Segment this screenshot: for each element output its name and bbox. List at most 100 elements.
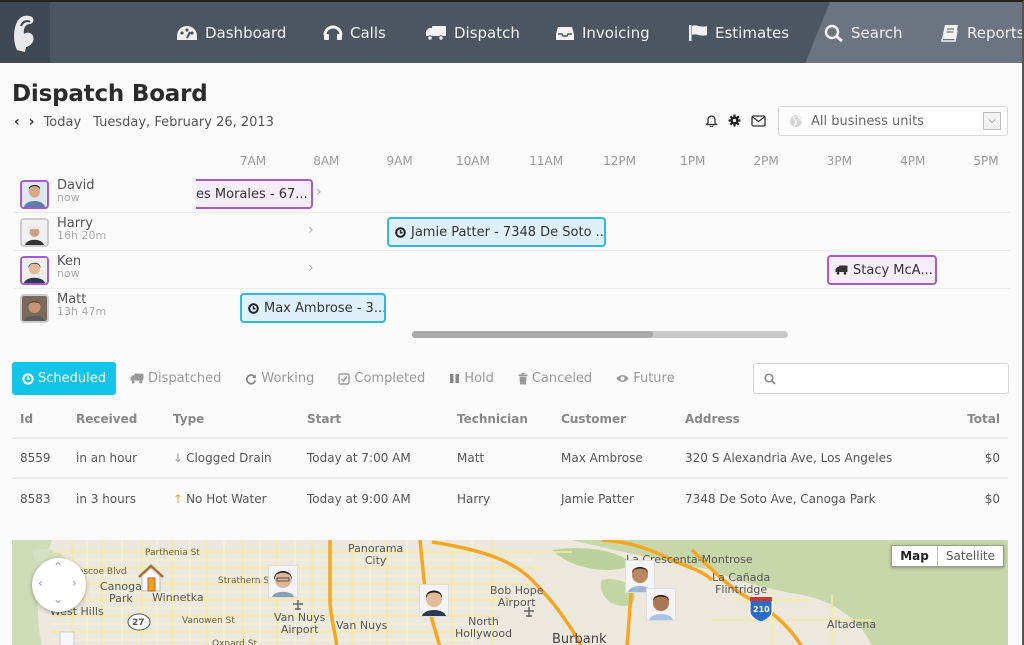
logo[interactable] xyxy=(0,2,50,63)
cell-address: 7348 De Soto Ave, Canoga Park xyxy=(685,491,876,506)
tab-label: Dispatched xyxy=(148,371,222,386)
nav-estimates[interactable]: Estimates xyxy=(688,2,789,63)
chevron-right-icon[interactable]: › xyxy=(308,260,314,276)
tab-dispatched[interactable]: Dispatched xyxy=(120,362,231,395)
timeline-hours: 7AM 8AM 9AM 10AM 11AM 12PM 1PM 2PM 3PM 4PM 5PM xyxy=(0,154,1024,170)
technician-photo-icon xyxy=(422,590,446,616)
table-row[interactable]: 8559 in an hour ↓ Clogged Drain Today at … xyxy=(12,438,1008,479)
map-type-map-button[interactable]: Map xyxy=(892,546,938,566)
technician-row: Harry 16h 20m › Jamie Patter - 7348 De S… xyxy=(14,213,1010,251)
tab-label: Working xyxy=(261,371,315,386)
column-customer[interactable]: Customer xyxy=(553,400,677,439)
technician-david[interactable]: David now xyxy=(20,179,95,209)
avatar xyxy=(20,180,49,209)
job-search-field[interactable] xyxy=(753,363,1009,394)
technician-ken[interactable]: Ken now xyxy=(20,255,81,285)
pan-left-icon[interactable]: ‹ xyxy=(38,576,43,590)
technician-map-marker[interactable] xyxy=(268,565,298,598)
pan-right-icon[interactable]: › xyxy=(72,576,77,590)
highway-shield-label: 27 xyxy=(132,618,145,628)
technician-map-marker[interactable] xyxy=(419,584,449,617)
cell-customer: Max Ambrose xyxy=(553,438,677,479)
job-label: Jamie Patter - 7348 De Soto ... xyxy=(411,224,606,240)
column-id[interactable]: Id xyxy=(12,400,68,439)
dispatch-map[interactable]: Parthenia St Roscoe Blvd Canoga Park Win… xyxy=(12,540,1008,645)
priority-high-icon: ↑ xyxy=(173,491,184,506)
date-navigation: ‹ › Today Tuesday, February 26, 2013 xyxy=(14,114,274,130)
scheduled-icon xyxy=(248,302,259,314)
job-block[interactable]: Stacy McA... xyxy=(827,255,937,285)
trash-icon xyxy=(518,372,528,384)
avatar xyxy=(20,256,49,285)
tab-hold[interactable]: Hold xyxy=(439,362,504,395)
map-label: Vanowen St xyxy=(182,616,235,626)
hour-label: 2PM xyxy=(753,154,779,168)
job-label: Max Ambrose - 3... xyxy=(264,300,386,316)
chevron-down-icon[interactable]: ⌵ xyxy=(983,112,1001,130)
column-type[interactable]: Type xyxy=(165,400,299,439)
cell-total: $0 xyxy=(984,491,1000,506)
job-label: es Morales - 67... xyxy=(196,186,308,202)
scrollbar-thumb[interactable] xyxy=(412,331,653,338)
column-technician[interactable]: Technician xyxy=(449,400,553,439)
job-search-input[interactable] xyxy=(782,371,1008,386)
messages-button[interactable] xyxy=(751,114,766,127)
technician-photo-icon xyxy=(22,296,47,321)
chevron-right-icon[interactable]: › xyxy=(316,184,322,200)
nav-dispatch[interactable]: Dispatch xyxy=(425,2,520,63)
tab-working[interactable]: Working xyxy=(235,362,324,395)
technician-row: Ken now › Stacy McA... xyxy=(14,251,1010,289)
truck-icon xyxy=(130,373,144,384)
nav-calls[interactable]: Calls xyxy=(323,2,386,63)
table-row[interactable]: 8583 in 3 hours ↑ No Hot Water Today at 9… xyxy=(12,478,1008,518)
tab-scheduled[interactable]: Scheduled xyxy=(12,362,116,395)
nav-label: Calls xyxy=(350,23,386,42)
column-start[interactable]: Start xyxy=(299,400,449,439)
technician-status: 13h 47m xyxy=(57,305,107,318)
house-icon xyxy=(138,564,164,592)
cell-start: Today at 7:00 AM xyxy=(299,438,449,479)
notifications-button[interactable] xyxy=(705,114,718,127)
map-type-satellite-button[interactable]: Satellite xyxy=(938,546,1003,566)
book-icon xyxy=(941,24,958,42)
avatar xyxy=(20,294,49,323)
priority-low-icon: ↓ xyxy=(173,451,184,465)
nav-invoicing[interactable]: Invoicing xyxy=(555,2,650,63)
tab-label: Hold xyxy=(464,371,494,386)
cell-technician: Harry xyxy=(457,491,491,506)
top-nav: Dashboard Calls Dispatch Invoicing Estim… xyxy=(0,2,1022,63)
prev-day-button[interactable]: ‹ xyxy=(14,114,20,130)
settings-button[interactable] xyxy=(728,114,741,127)
cell-total: $0 xyxy=(946,438,1008,479)
map-pan-control[interactable]: ⌃ ⌄ ‹ › xyxy=(32,558,86,612)
map-label: Van Nuys Airport xyxy=(274,611,326,636)
nav-reports[interactable]: Reports xyxy=(940,2,1022,63)
job-block[interactable]: Jamie Patter - 7348 De Soto ... xyxy=(387,217,606,247)
hour-label: 4PM xyxy=(900,154,926,168)
chevron-right-icon[interactable]: › xyxy=(308,222,314,238)
today-button[interactable]: Today xyxy=(44,115,82,130)
nav-label: Dashboard xyxy=(205,23,287,42)
tab-future[interactable]: Future xyxy=(606,362,684,395)
technician-harry[interactable]: Harry 16h 20m xyxy=(20,217,106,247)
technician-map-marker[interactable] xyxy=(646,588,676,621)
home-marker[interactable] xyxy=(136,563,166,597)
job-block[interactable]: es Morales - 67... xyxy=(196,179,313,209)
technician-photo-icon xyxy=(22,182,47,207)
tab-completed[interactable]: Completed xyxy=(328,362,435,395)
pan-up-icon[interactable]: ⌃ xyxy=(53,560,63,574)
spartan-helmet-logo-icon xyxy=(14,15,34,52)
tab-canceled[interactable]: Canceled xyxy=(508,362,602,395)
timeline-scrollbar[interactable] xyxy=(412,331,788,338)
job-label: Stacy McA... xyxy=(853,262,933,278)
column-total[interactable]: Total xyxy=(946,400,1008,439)
column-address[interactable]: Address xyxy=(677,400,947,439)
next-day-button[interactable]: › xyxy=(29,114,35,130)
nav-search[interactable]: Search xyxy=(824,2,903,63)
column-received[interactable]: Received xyxy=(68,400,165,439)
pan-down-icon[interactable]: ⌄ xyxy=(53,592,63,606)
technician-matt[interactable]: Matt 13h 47m xyxy=(20,293,107,323)
business-unit-select[interactable]: All business units ⌵ xyxy=(778,106,1008,136)
nav-dashboard[interactable]: Dashboard xyxy=(176,2,286,63)
job-block[interactable]: Max Ambrose - 3... xyxy=(240,293,386,323)
